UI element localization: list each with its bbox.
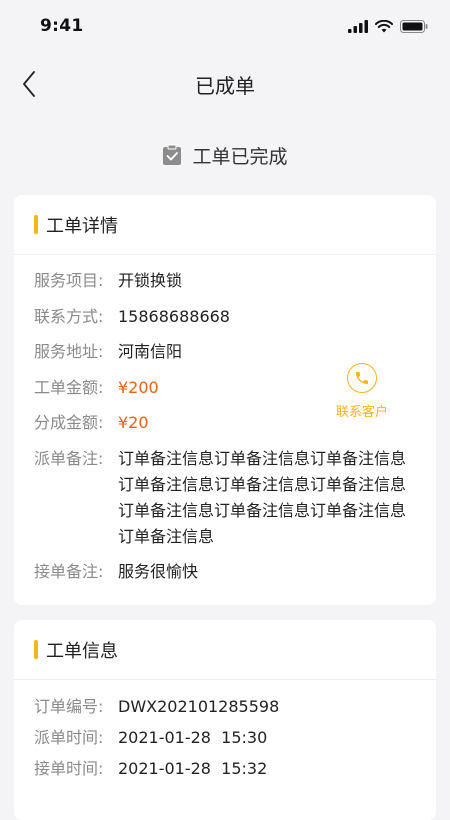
row-label: 接单时间: [34, 759, 104, 778]
row-label: 服务地址: [34, 342, 104, 361]
status-text: 工单已完成 [192, 145, 288, 168]
row-value: ¥200 [118, 377, 159, 397]
page-title: 已成单 [195, 73, 255, 98]
info-card-title: 工单信息 [46, 640, 118, 662]
phone-icon [355, 372, 368, 384]
row-value: DWX202101285598 [118, 697, 280, 716]
row-label: 工单金额: [34, 377, 104, 397]
row-label: 接单备注: [34, 562, 104, 581]
row-label: 联系方式: [34, 306, 104, 326]
contact-customer-label: 联系客户 [335, 405, 388, 420]
detail-row-dispatch-note: 派单备注: 订单备注信息订单备注信息订单备注信息订单备注信息订单备注信息订单备注… [34, 446, 436, 550]
info-row-dispatch-time: 派单时间: 2021-01-28 15:30 [34, 725, 436, 751]
detail-row-accept-note: 接单备注: 服务很愉快 [34, 559, 436, 585]
battery-icon [400, 19, 428, 33]
phone-circle [346, 363, 377, 393]
detail-card-header: 工单详情 [14, 195, 436, 255]
header-accent-bar [34, 640, 38, 659]
order-detail-card: 工单详情 服务项目: 开锁换锁 联系方式: 15868688668 服务地址: … [14, 195, 436, 605]
row-label: 派单时间: [34, 728, 104, 747]
clipboard-check-icon [163, 144, 182, 165]
row-value: 2021-01-28 15:30 [118, 728, 268, 747]
back-button[interactable] [12, 67, 46, 101]
header-accent-bar [34, 215, 38, 234]
row-value: 开锁换锁 [118, 271, 183, 290]
detail-card-body: 服务项目: 开锁换锁 联系方式: 15868688668 服务地址: 河南信阳 … [14, 255, 436, 585]
row-label: 派单备注: [34, 448, 104, 468]
row-value: 2021-01-28 15:32 [118, 759, 268, 778]
row-label: 服务项目: [34, 271, 104, 290]
row-value: 河南信阳 [118, 342, 183, 361]
row-label: 分成金额: [34, 413, 104, 432]
row-label: 订单编号: [34, 697, 104, 716]
detail-row-service: 服务项目: 开锁换锁 [34, 268, 436, 294]
detail-row-address: 服务地址: 河南信阳 [34, 339, 436, 365]
detail-card-title: 工单详情 [46, 215, 118, 237]
status-bar: 9:41 [0, 0, 450, 52]
order-status: 工单已完成 [0, 140, 450, 170]
info-row-accept-time: 接单时间: 2021-01-28 15:32 [34, 756, 436, 782]
detail-row-phone: 联系方式: 15868688668 [34, 304, 436, 330]
wifi-icon [375, 19, 393, 32]
chevron-left-icon [23, 71, 35, 97]
status-time: 9:41 [40, 16, 84, 36]
row-value: 订单备注信息订单备注信息订单备注信息订单备注信息订单备注信息订单备注信息订单备注… [118, 448, 407, 546]
info-card-header: 工单信息 [14, 620, 436, 680]
info-row-order-number: 订单编号: DWX202101285598 [34, 694, 436, 720]
info-card-body: 订单编号: DWX202101285598 派单时间: 2021-01-28 1… [14, 680, 436, 782]
signal-icon [348, 19, 368, 33]
nav-bar: 已成单 [0, 55, 450, 113]
row-value: 服务很愉快 [118, 562, 199, 581]
row-value: ¥20 [118, 413, 149, 432]
order-info-card: 工单信息 订单编号: DWX202101285598 派单时间: 2021-01… [14, 620, 436, 820]
status-icons [348, 19, 428, 33]
row-value: 15868688668 [118, 306, 230, 326]
contact-customer-button[interactable]: 联系客户 [336, 363, 388, 420]
